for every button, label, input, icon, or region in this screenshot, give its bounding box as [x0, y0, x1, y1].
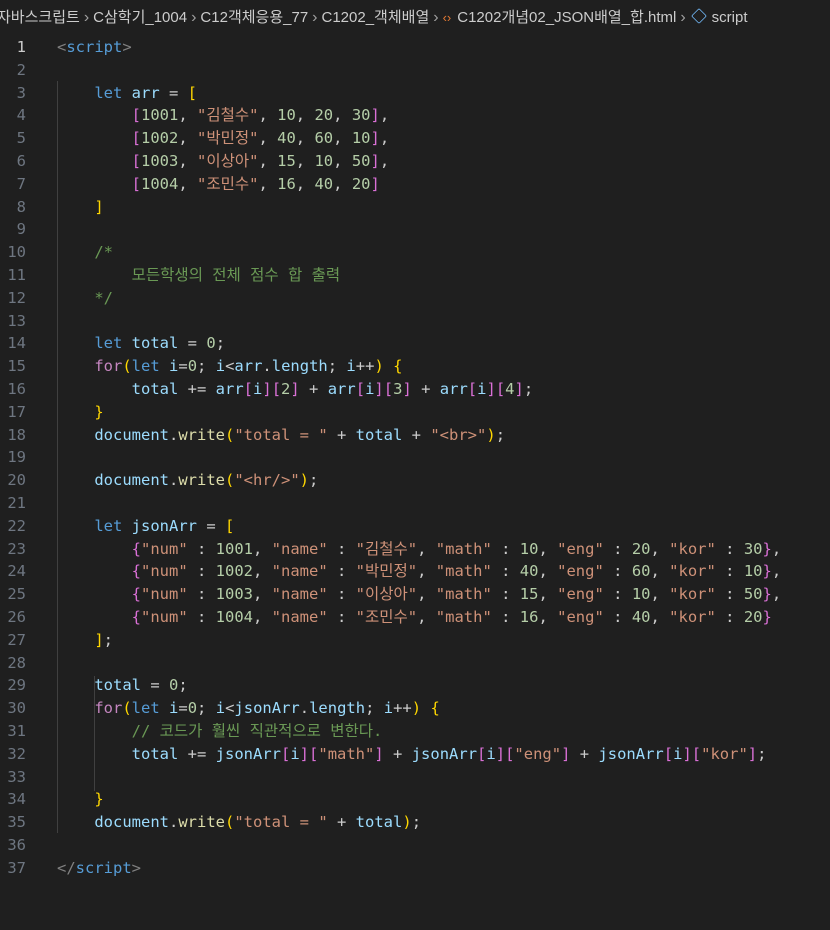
line-number: 35: [7, 813, 26, 832]
code-line: 14 let total = 0;: [0, 332, 830, 355]
chevron-right-icon: ›: [312, 9, 318, 26]
code-line: 29 total = 0;: [0, 674, 830, 697]
code-line: 33: [0, 766, 830, 789]
line-number: 19: [7, 448, 26, 467]
line-number: 17: [7, 402, 26, 421]
breadcrumb-item-folder-4[interactable]: C1202_객체배열: [322, 9, 430, 26]
code-line: 26 {"num" : 1004, "name" : "조민수", "math"…: [0, 606, 830, 629]
line-number: 10: [7, 243, 26, 262]
line-number: 6: [16, 151, 26, 170]
line-number: 27: [7, 630, 26, 649]
line-number: 36: [7, 835, 26, 854]
line-number: 4: [16, 106, 26, 125]
code-line: 13: [0, 310, 830, 333]
line-number: 23: [7, 539, 26, 558]
chevron-right-icon: ›: [83, 9, 90, 26]
line-number: 34: [7, 790, 26, 809]
line-number: 11: [7, 265, 26, 284]
line-number: 20: [7, 471, 26, 490]
code-line: 35 document.write("total = " + total);: [0, 811, 830, 834]
code-line: 27 ];: [0, 629, 830, 652]
code-line: 34 }: [0, 788, 830, 811]
code-line: 23 {"num" : 1001, "name" : "김철수", "math"…: [0, 538, 830, 561]
line-number: 8: [16, 197, 26, 216]
line-number: 37: [7, 858, 26, 877]
line-number: 14: [7, 334, 26, 353]
line-number: 5: [16, 129, 26, 148]
code-line: 37 </script>: [0, 857, 830, 880]
code-line: 20 document.write("<hr/>");: [0, 469, 830, 492]
code-line: 16 total += arr[i][2] + arr[i][3] + arr[…: [0, 378, 830, 401]
code-line: 19: [0, 446, 830, 469]
code-line: 32 total += jsonArr[i]["math"] + jsonArr…: [0, 743, 830, 766]
code-line: 28: [0, 652, 830, 675]
line-number: 30: [7, 699, 26, 718]
line-number: 18: [7, 425, 26, 444]
code-line: 8 ]: [0, 196, 830, 219]
code-line: 22 let jsonArr = [: [0, 515, 830, 538]
line-number: 26: [7, 607, 26, 626]
code-line: 5 [1002, "박민정", 40, 60, 10],: [0, 127, 830, 150]
code-line: 3 let arr = [: [0, 82, 830, 105]
code-line: 7 [1004, "조민수", 16, 40, 20]: [0, 173, 830, 196]
cube-icon: [690, 8, 707, 24]
line-number: 32: [7, 744, 26, 763]
breadcrumb-item-file[interactable]: C1202개념02_JSON배열_합.html: [457, 9, 676, 26]
code-line: 10 /*: [0, 241, 830, 264]
chevron-right-icon: ›: [191, 9, 197, 26]
line-number: 25: [7, 585, 26, 604]
breadcrumb-item-symbol[interactable]: script: [712, 9, 748, 26]
breadcrumb-item-folder-3[interactable]: C12객체응용_77: [200, 9, 308, 26]
code-line: 36: [0, 834, 830, 857]
code-line: 15 for(let i=0; i<arr.length; i++) {: [0, 355, 830, 378]
code-line: 18 document.write("total = " + total + "…: [0, 424, 830, 447]
line-number: 22: [7, 516, 26, 535]
code-line: 2: [0, 59, 830, 82]
line-number: 12: [7, 288, 26, 307]
line-number: 15: [7, 357, 26, 376]
line-number: 13: [7, 311, 26, 330]
code-line: 21: [0, 492, 830, 515]
code-line: 1 <script>: [0, 36, 830, 59]
line-number: 24: [7, 562, 26, 581]
line-number: 2: [16, 60, 26, 79]
code-editor[interactable]: 1 <script> 2 3 let arr = [ 4 [1001, "김철수"…: [0, 36, 830, 879]
line-number: 1: [16, 38, 26, 56]
html-file-icon: ‹›: [442, 10, 452, 25]
line-number: 29: [7, 676, 26, 695]
line-number: 7: [16, 174, 26, 193]
breadcrumb: 자바스크립트 › C삼학기_1004 › C12객체응용_77 › C1202_객체배열 › ‹…: [0, 0, 830, 36]
code-line: 30 for(let i=0; i<jsonArr.length; i++) {: [0, 697, 830, 720]
code-line: 24 {"num" : 1002, "name" : "박민정", "math"…: [0, 560, 830, 583]
chevron-right-icon: ›: [680, 9, 686, 26]
code-line: 6 [1003, "이상아", 15, 10, 50],: [0, 150, 830, 173]
chevron-right-icon: ›: [433, 9, 439, 26]
code-line: 25 {"num" : 1003, "name" : "이상아", "math"…: [0, 583, 830, 606]
line-number: 3: [16, 83, 26, 102]
line-number: 9: [16, 220, 26, 239]
breadcrumb-item-folder-1[interactable]: 자바스크립트: [0, 9, 80, 26]
code-line: 17 }: [0, 401, 830, 424]
line-number: 31: [7, 721, 26, 740]
line-number: 21: [7, 493, 26, 512]
breadcrumb-item-folder-2[interactable]: C삼학기_1004: [93, 9, 187, 26]
code-line: 9: [0, 218, 830, 241]
line-number: 28: [7, 653, 26, 672]
code-line: 11 모든학생의 전체 점수 합 출력: [0, 264, 830, 287]
line-number: 16: [7, 379, 26, 398]
line-number: 33: [7, 767, 26, 786]
code-line: 12 */: [0, 287, 830, 310]
code-line: 4 [1001, "김철수", 10, 20, 30],: [0, 104, 830, 127]
code-line: 31 // 코드가 훨씬 직관적으로 변한다.: [0, 720, 830, 743]
